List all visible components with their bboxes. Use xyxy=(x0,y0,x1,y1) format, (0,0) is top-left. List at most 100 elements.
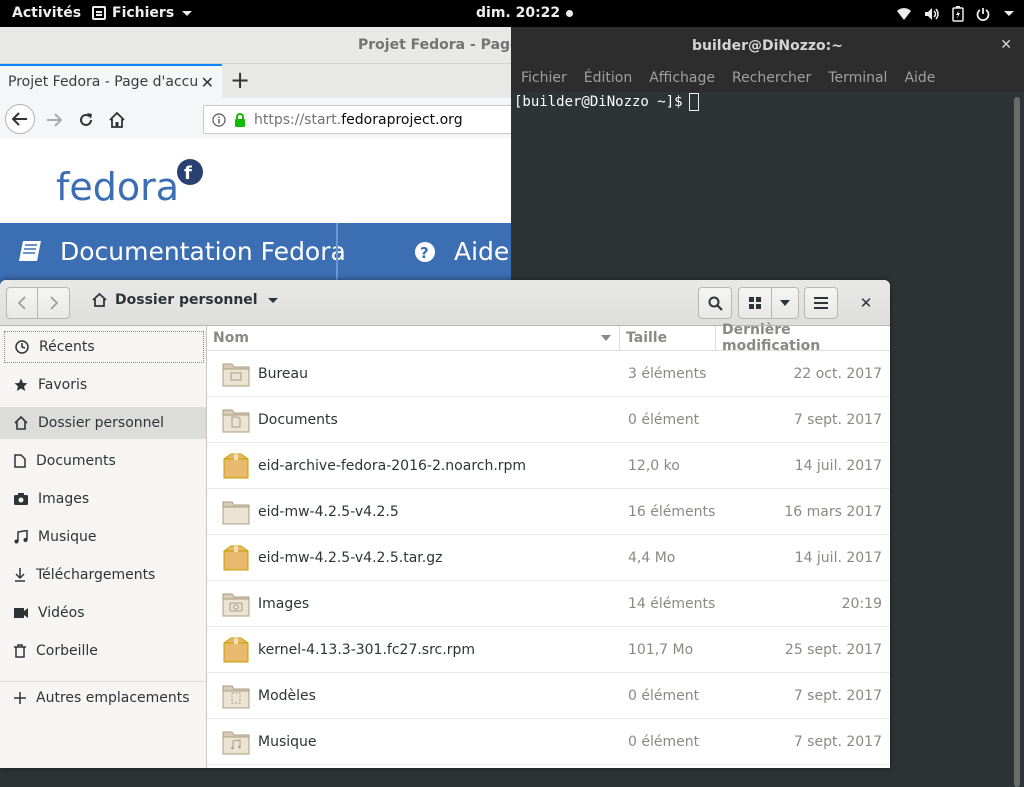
file-size: 4,4 Mo xyxy=(628,549,676,566)
sidebar-item-videos[interactable]: Vidéos xyxy=(4,597,204,629)
package-icon xyxy=(221,635,251,665)
menu-affichage[interactable]: Affichage xyxy=(649,70,715,86)
location-button[interactable]: Dossier personnel xyxy=(92,292,278,308)
table-row[interactable]: eid-archive-fedora-2016-2.noarch.rpm 12,0… xyxy=(207,443,890,489)
url-bar[interactable]: https://start.fedoraproject.org xyxy=(203,105,512,134)
chevron-left-icon xyxy=(17,296,26,310)
column-header-modified[interactable]: Dernière modification xyxy=(716,322,890,354)
view-options-button[interactable] xyxy=(771,287,799,319)
file-list: Nom Taille Dernière modification Bureau 3… xyxy=(207,322,890,768)
menu-fichier[interactable]: Fichier xyxy=(521,70,567,86)
svg-text:?: ? xyxy=(420,244,429,262)
back-button[interactable] xyxy=(6,287,38,319)
sidebar-item-documents[interactable]: Documents xyxy=(4,445,204,477)
folder-icon xyxy=(221,497,251,527)
sidebar-item-telechargements[interactable]: Téléchargements xyxy=(4,559,204,591)
file-name: eid-mw-4.2.5-v4.2.5 xyxy=(258,503,399,520)
table-row[interactable]: Images 14 éléments 20:19 xyxy=(207,581,890,627)
new-tab-button[interactable]: + xyxy=(230,67,250,93)
text-cursor xyxy=(688,93,699,111)
back-button[interactable] xyxy=(5,104,35,134)
file-size: 14 éléments xyxy=(628,595,716,612)
fedora-logo[interactable]: fedora f xyxy=(56,158,216,212)
notification-dot-icon xyxy=(566,9,574,17)
table-row[interactable]: Bureau 3 éléments 22 oct. 2017 xyxy=(207,351,890,397)
app-menu[interactable]: Fichiers xyxy=(92,5,193,21)
info-icon[interactable] xyxy=(212,112,226,127)
documentation-link-label: Documentation Fedora xyxy=(60,237,346,266)
table-row[interactable]: eid-mw-4.2.5-v4.2.5.tar.gz 4,4 Mo 14 juil.… xyxy=(207,535,890,581)
activities-button[interactable]: Activités xyxy=(12,5,81,21)
file-name: eid-mw-4.2.5-v4.2.5.tar.gz xyxy=(258,549,443,566)
close-icon[interactable]: ✕ xyxy=(1000,37,1012,53)
close-icon: ✕ xyxy=(859,294,873,312)
download-icon xyxy=(15,568,25,582)
sidebar-item-autres-emplacements[interactable]: Autres emplacements xyxy=(4,682,204,714)
chevron-down-icon xyxy=(1004,11,1014,16)
forward-button[interactable] xyxy=(40,106,68,134)
sidebar-item-musique[interactable]: Musique xyxy=(4,521,204,553)
table-row[interactable]: eid-mw-4.2.5-v4.2.5 16 éléments 16 mars 20… xyxy=(207,489,890,535)
folder-documents-icon xyxy=(221,405,251,435)
file-size: 0 élément xyxy=(628,411,700,428)
menu-edition[interactable]: Édition xyxy=(584,70,632,86)
places-sidebar: Récents Favoris Dossier personnel Docume… xyxy=(0,326,207,768)
help-link[interactable]: ? Aide xyxy=(414,237,509,266)
file-modified: 7 sept. 2017 xyxy=(793,687,882,704)
music-icon xyxy=(14,530,28,544)
close-window-button[interactable]: ✕ xyxy=(850,287,882,319)
documentation-link[interactable]: Documentation Fedora xyxy=(18,237,346,266)
table-row[interactable]: Documents 0 élément 7 sept. 2017 xyxy=(207,397,890,443)
sort-descending-icon xyxy=(601,335,611,341)
question-icon: ? xyxy=(415,241,435,262)
reload-button[interactable] xyxy=(72,106,100,134)
column-header-name[interactable]: Nom xyxy=(207,326,620,350)
file-modified: 14 juil. 2017 xyxy=(794,457,882,474)
sidebar-item-favoris[interactable]: Favoris xyxy=(4,369,204,401)
home-button[interactable] xyxy=(103,106,131,134)
menu-rechercher[interactable]: Rechercher xyxy=(732,70,811,86)
browser-title-bar[interactable]: Projet Fedora - Page d'a xyxy=(0,27,512,64)
column-header-size[interactable]: Taille xyxy=(620,326,716,350)
help-link-label: Aide xyxy=(454,237,510,266)
search-button[interactable] xyxy=(698,287,732,319)
menu-terminal[interactable]: Terminal xyxy=(828,70,887,86)
sidebar-item-label: Téléchargements xyxy=(36,567,156,583)
terminal-title-bar[interactable]: builder@DiNozzo:~ ✕ xyxy=(511,27,1024,64)
forward-button[interactable] xyxy=(38,287,70,319)
sidebar-item-label: Dossier personnel xyxy=(38,415,165,431)
terminal-scrollbar[interactable] xyxy=(1014,97,1020,787)
table-row[interactable]: Modèles 0 élément 7 sept. 2017 xyxy=(207,673,890,719)
sidebar-item-recents[interactable]: Récents xyxy=(4,331,204,363)
system-status-area[interactable] xyxy=(896,3,1014,24)
table-row[interactable]: kernel-4.13.3-301.fc27.src.rpm 101,7 Mo 25… xyxy=(207,627,890,673)
file-size: 0 élément xyxy=(628,687,700,704)
grid-view-button[interactable] xyxy=(738,287,772,319)
terminal-menu-bar: Fichier Édition Affichage Rechercher Ter… xyxy=(511,64,1024,92)
fedora-site-nav: Documentation Fedora ? Aide xyxy=(0,223,512,287)
plus-icon xyxy=(14,692,26,704)
file-modified: 14 juil. 2017 xyxy=(794,549,882,566)
sidebar-item-dossier-personnel[interactable]: Dossier personnel xyxy=(0,407,206,439)
table-row[interactable]: Musique 0 élément 7 sept. 2017 xyxy=(207,719,890,765)
sidebar-item-label: Images xyxy=(38,491,90,507)
url-scheme: https://start. xyxy=(254,111,342,128)
reload-icon xyxy=(80,113,92,126)
sidebar-item-corbeille[interactable]: Corbeille xyxy=(4,635,204,667)
browser-tab-strip: Projet Fedora - Page d'accue ✕ + xyxy=(0,64,512,98)
menu-button[interactable] xyxy=(804,287,838,319)
sidebar-item-label: Documents xyxy=(36,453,116,469)
menu-aide[interactable]: Aide xyxy=(904,70,935,86)
url-domain: fedoraproject.org xyxy=(341,111,463,128)
close-tab-icon[interactable]: ✕ xyxy=(201,73,214,92)
folder-desktop-icon xyxy=(221,359,251,389)
chevron-down-icon xyxy=(182,10,193,16)
power-icon xyxy=(976,7,990,21)
clock-label: dim. 20:22 xyxy=(476,5,561,21)
clock[interactable]: dim. 20:22 xyxy=(476,5,574,21)
nav-divider xyxy=(336,223,338,287)
file-name: eid-archive-fedora-2016-2.noarch.rpm xyxy=(258,457,527,474)
sidebar-item-images[interactable]: Images xyxy=(4,483,204,515)
sidebar-item-label: Autres emplacements xyxy=(36,690,190,706)
browser-tab[interactable]: Projet Fedora - Page d'accue ✕ xyxy=(0,64,222,98)
